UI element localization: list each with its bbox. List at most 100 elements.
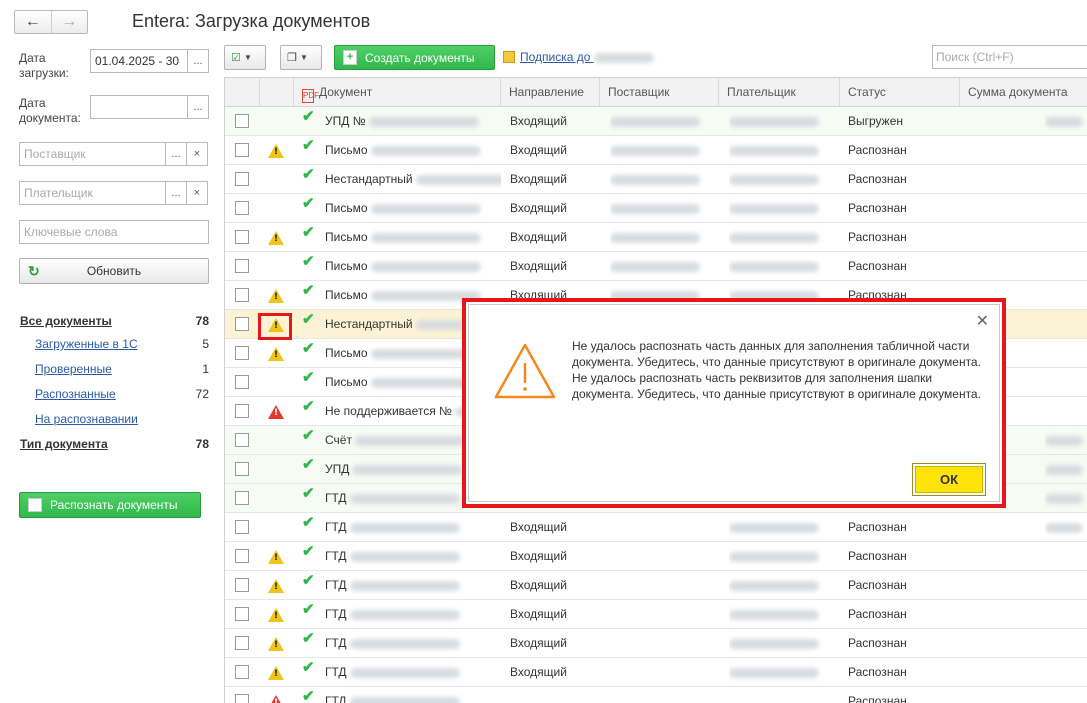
error-icon[interactable]: ! <box>268 405 284 419</box>
cell-document[interactable]: УПД № <box>325 107 501 136</box>
table-row[interactable]: ! ✔ ГТД Входящий Распознан <box>225 658 1087 687</box>
row-checkbox[interactable] <box>235 375 249 389</box>
cell-document[interactable]: ГТД <box>325 658 501 687</box>
table-row[interactable]: ✔ УПД № Входящий Выгружен <box>225 107 1087 136</box>
table-row[interactable]: ! ✔ ГТД Входящий Распознан <box>225 571 1087 600</box>
table-row[interactable]: ✔ Письмо Входящий Распознан <box>225 194 1087 223</box>
doc-date-picker-button[interactable]: ... <box>187 95 209 119</box>
table-row[interactable]: ! ✔ Письмо Входящий Распознан <box>225 136 1087 165</box>
row-checkbox[interactable] <box>235 636 249 650</box>
warning-icon[interactable]: ! <box>268 550 284 564</box>
keywords-field[interactable]: Ключевые слова <box>19 220 209 244</box>
cell-document[interactable]: Письмо <box>325 252 501 281</box>
warning-icon[interactable]: ! <box>268 637 284 651</box>
table-row[interactable]: ! ✔ ГТД Распознан <box>225 687 1087 703</box>
dialog-message-1: Не удалось распознать часть данных для з… <box>572 339 981 369</box>
warning-icon[interactable]: ! <box>268 608 284 622</box>
row-checkbox[interactable] <box>235 665 249 679</box>
cell-document[interactable]: Письмо <box>325 136 501 165</box>
cell-document[interactable]: Нестандартный <box>325 165 501 194</box>
nav-all-docs[interactable]: Все документы <box>20 314 112 328</box>
blurred-text <box>729 261 819 272</box>
header-status[interactable]: Статус <box>840 78 960 107</box>
row-checkbox[interactable] <box>235 462 249 476</box>
copy-dropdown-button[interactable]: ❐ ▼ <box>280 45 322 70</box>
header-amount[interactable]: Сумма документа <box>960 78 1087 107</box>
subscription-link[interactable]: Подписка до <box>503 50 654 64</box>
nav-recognized[interactable]: Распознанные <box>35 387 116 401</box>
nav-recognizing[interactable]: На распознавании <box>35 412 138 426</box>
header-direction[interactable]: Направление <box>501 78 600 107</box>
row-checkbox[interactable] <box>235 143 249 157</box>
supplier-field[interactable]: Поставщик <box>19 142 166 166</box>
supplier-clear-icon[interactable]: × <box>186 142 208 166</box>
supplier-select-button[interactable]: ... <box>165 142 187 166</box>
cell-status: Распознан <box>848 143 907 157</box>
ok-button[interactable]: ОК <box>912 463 986 496</box>
header-supplier[interactable]: Поставщик <box>600 78 719 107</box>
warning-icon[interactable]: ! <box>268 289 284 303</box>
table-row[interactable]: ! ✔ Письмо Входящий Распознан <box>225 223 1087 252</box>
header-payer[interactable]: Плательщик <box>719 78 840 107</box>
row-checkbox[interactable] <box>235 346 249 360</box>
table-row[interactable]: ✔ Письмо Входящий Распознан <box>225 252 1087 281</box>
search-input[interactable]: Поиск (Ctrl+F) <box>932 45 1087 69</box>
table-row[interactable]: ! ✔ ГТД Входящий Распознан <box>225 629 1087 658</box>
row-checkbox[interactable] <box>235 259 249 273</box>
cell-document[interactable]: Письмо <box>325 194 501 223</box>
cell-payer <box>729 252 834 281</box>
cell-document[interactable]: ГТД <box>325 600 501 629</box>
row-checkbox[interactable] <box>235 404 249 418</box>
table-row[interactable]: ! ✔ ГТД Входящий Распознан <box>225 600 1087 629</box>
warning-icon[interactable]: ! <box>268 231 284 245</box>
header-document[interactable]: PDFДокумент <box>294 78 501 107</box>
table-row[interactable]: ✔ ГТД Входящий Распознан <box>225 513 1087 542</box>
forward-arrow-icon[interactable]: → <box>50 11 88 33</box>
row-checkbox[interactable] <box>235 578 249 592</box>
refresh-button[interactable]: ↻ Обновить <box>19 258 209 284</box>
payer-field[interactable]: Плательщик <box>19 181 166 205</box>
blurred-text <box>1045 116 1083 127</box>
cell-document[interactable]: ГТД <box>325 629 501 658</box>
create-documents-button[interactable]: + Создать документы <box>334 45 495 70</box>
row-checkbox[interactable] <box>235 172 249 186</box>
close-icon[interactable]: ✕ <box>976 311 989 331</box>
error-icon[interactable]: ! <box>268 695 284 703</box>
warning-icon[interactable]: ! <box>268 579 284 593</box>
doc-date-field[interactable] <box>90 95 188 119</box>
nav-uploaded[interactable]: Загруженные в 1С <box>35 337 138 351</box>
row-checkbox[interactable] <box>235 520 249 534</box>
back-arrow-icon[interactable]: ← <box>15 11 51 33</box>
cell-document[interactable]: ГТД <box>325 687 501 703</box>
upload-date-picker-button[interactable]: ... <box>187 49 209 73</box>
warning-icon[interactable]: ! <box>268 144 284 158</box>
warning-icon[interactable]: ! <box>268 666 284 680</box>
recognized-check-icon: ✔ <box>302 398 315 415</box>
table-row[interactable]: ! ✔ ГТД Входящий Распознан <box>225 542 1087 571</box>
cell-document[interactable]: ГТД <box>325 571 501 600</box>
payer-select-button[interactable]: ... <box>165 181 187 205</box>
row-checkbox[interactable] <box>235 114 249 128</box>
cell-document[interactable]: ГТД <box>325 542 501 571</box>
row-checkbox[interactable] <box>235 491 249 505</box>
row-checkbox[interactable] <box>235 607 249 621</box>
check-all-dropdown-button[interactable]: ☑ ▼ <box>224 45 266 70</box>
row-checkbox[interactable] <box>235 317 249 331</box>
recognize-documents-button[interactable]: Распознать документы <box>19 492 201 518</box>
row-checkbox[interactable] <box>235 201 249 215</box>
header-check-column[interactable] <box>225 78 260 107</box>
nav-checked[interactable]: Проверенные <box>35 362 112 376</box>
row-checkbox[interactable] <box>235 230 249 244</box>
payer-clear-icon[interactable]: × <box>186 181 208 205</box>
warning-icon[interactable]: ! <box>268 347 284 361</box>
table-row[interactable]: ✔ Нестандартный Входящий Распознан <box>225 165 1087 194</box>
cell-document[interactable]: Письмо <box>325 223 501 252</box>
cell-document[interactable]: ГТД <box>325 513 501 542</box>
upload-date-field[interactable]: 01.04.2025 - 30 <box>90 49 188 73</box>
nav-doc-type[interactable]: Тип документа <box>20 437 108 451</box>
row-checkbox[interactable] <box>235 549 249 563</box>
row-checkbox[interactable] <box>235 694 249 703</box>
row-checkbox[interactable] <box>235 433 249 447</box>
row-checkbox[interactable] <box>235 288 249 302</box>
header-warning-column[interactable] <box>260 78 294 107</box>
